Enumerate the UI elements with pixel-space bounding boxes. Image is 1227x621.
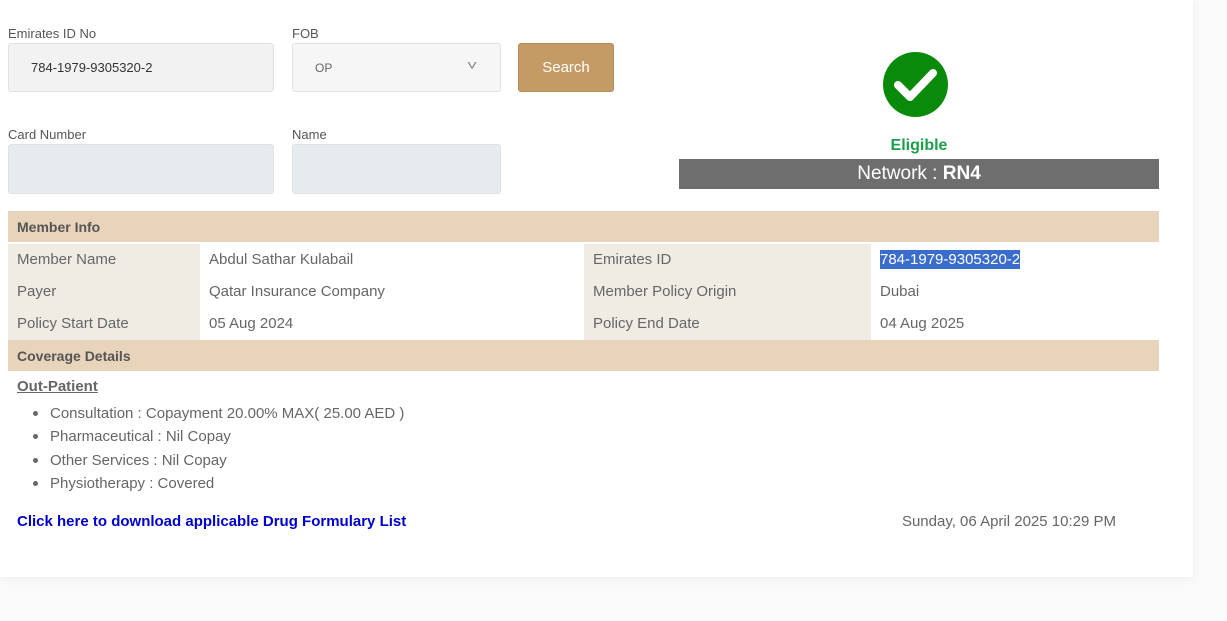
emirates-id-input[interactable]: 784-1979-9305320-2	[8, 43, 274, 92]
policy-origin-value: Dubai	[871, 276, 1159, 308]
emirates-id-selected-text: 784-1979-9305320-2	[880, 250, 1021, 269]
list-item: Other Services : Nil Copay	[32, 451, 404, 474]
chevron-down-icon: ˅	[466, 57, 478, 73]
emirates-id-cell: 784-1979-9305320-2	[871, 244, 1159, 276]
policy-end-key: Policy End Date	[584, 308, 871, 340]
emirates-id-value: 784-1979-9305320-2	[31, 60, 153, 75]
table-row: Payer Qatar Insurance Company Member Pol…	[8, 276, 1159, 308]
emirates-id-label: Emirates ID No	[8, 26, 97, 41]
card-number-input[interactable]	[8, 144, 274, 194]
card-number-label: Card Number	[8, 127, 87, 142]
emirates-id-key: Emirates ID	[584, 244, 871, 276]
search-button[interactable]: Search	[518, 43, 614, 92]
member-info-header: Member Info	[8, 211, 1159, 242]
coverage-details-header: Coverage Details	[8, 340, 1159, 371]
policy-start-value: 05 Aug 2024	[200, 308, 584, 340]
member-name-value: Abdul Sathar Kulabail	[200, 244, 584, 276]
eligibility-status: Eligible	[890, 137, 948, 154]
list-item: Pharmaceutical : Nil Copay	[32, 427, 404, 450]
list-item: Physiotherapy : Covered	[32, 474, 404, 497]
drug-formulary-link[interactable]: Click here to download applicable Drug F…	[17, 513, 406, 530]
fob-label: FOB	[292, 26, 319, 41]
network-prefix: Network :	[857, 163, 943, 184]
policy-end-value: 04 Aug 2025	[871, 308, 1159, 340]
table-row: Member Name Abdul Sathar Kulabail Emirat…	[8, 244, 1159, 276]
fob-selected-value: OP	[315, 60, 333, 75]
eligibility-card: Emirates ID No 784-1979-9305320-2 FOB OP…	[0, 0, 1193, 577]
list-item: Consultation : Copayment 20.00% MAX( 25.…	[32, 404, 404, 427]
payer-key: Payer	[8, 276, 200, 308]
fob-select[interactable]: OP ˅	[292, 43, 501, 92]
network-value: RN4	[942, 163, 981, 184]
network-banner: Network : RN4	[679, 159, 1159, 189]
benefit-list: Consultation : Copayment 20.00% MAX( 25.…	[32, 404, 404, 497]
out-patient-title: Out-Patient	[17, 378, 98, 395]
check-circle-icon	[883, 52, 948, 117]
table-row: Policy Start Date 05 Aug 2024 Policy End…	[8, 308, 1159, 340]
payer-value: Qatar Insurance Company	[200, 276, 584, 308]
name-label: Name	[292, 127, 327, 142]
policy-origin-key: Member Policy Origin	[584, 276, 871, 308]
name-input[interactable]	[292, 144, 501, 194]
policy-start-key: Policy Start Date	[8, 308, 200, 340]
member-name-key: Member Name	[8, 244, 200, 276]
timestamp: Sunday, 06 April 2025 10:29 PM	[901, 513, 1116, 530]
